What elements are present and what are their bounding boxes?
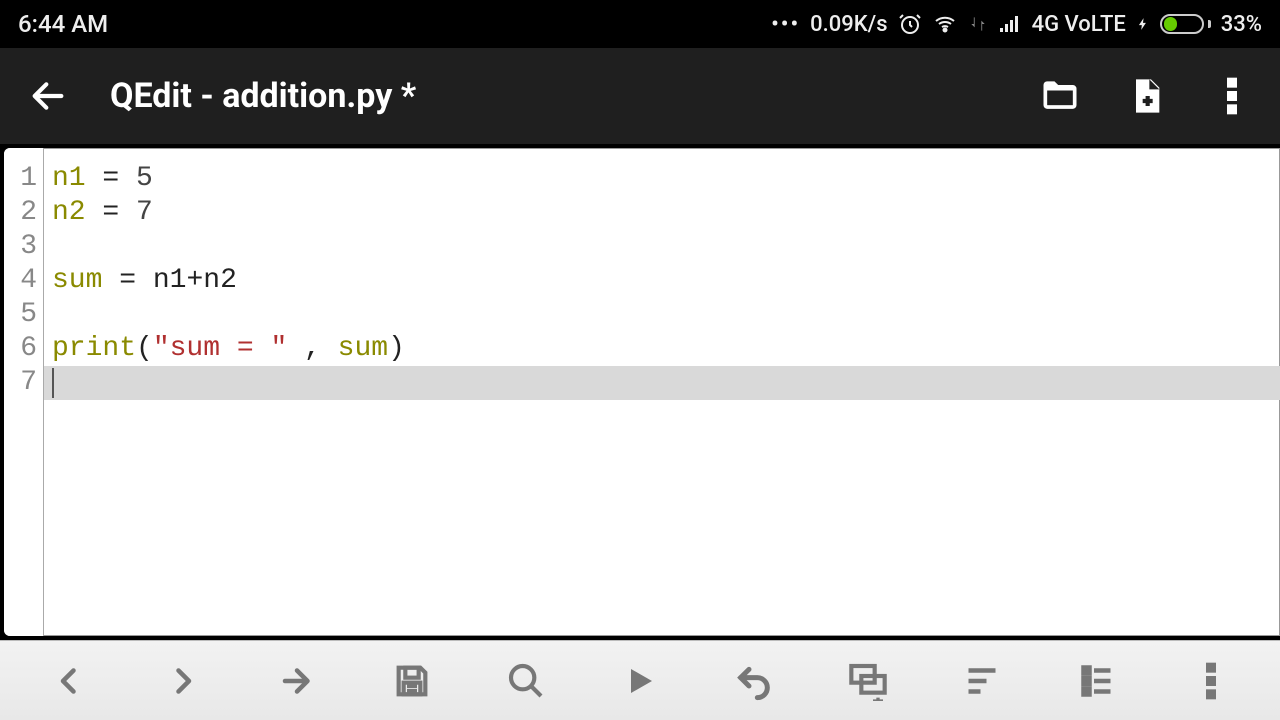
charging-icon [1136, 12, 1150, 36]
undo-button[interactable] [709, 651, 799, 711]
line-number: 2 [4, 196, 43, 230]
nav-right-button[interactable] [138, 651, 228, 711]
search-button[interactable] [481, 651, 571, 711]
code-line[interactable]: print("sum = " , sum) [52, 332, 1272, 366]
status-bar: 6:44 AM ••• 0.09K/s 4G VoLTE 33% [0, 0, 1280, 48]
network-label: 4G VoLTE [1032, 12, 1126, 37]
back-button[interactable] [18, 66, 78, 126]
code-line[interactable]: n1 = 5 [52, 162, 1272, 196]
goto-button[interactable] [252, 651, 342, 711]
toolbar-overflow-button[interactable] [1166, 651, 1256, 711]
app-bar: QEdit - addition.py * [0, 48, 1280, 144]
status-time: 6:44 AM [18, 10, 108, 38]
battery-icon [1160, 14, 1211, 34]
line-number: 1 [4, 162, 43, 196]
run-button[interactable] [595, 651, 685, 711]
line-number-gutter: 1234567 [4, 148, 44, 636]
signal-icon [998, 12, 1022, 36]
line-number: 4 [4, 264, 43, 298]
code-line[interactable]: n2 = 7 [52, 196, 1272, 230]
code-line[interactable] [52, 230, 1272, 264]
app-title: QEdit - addition.py * [110, 76, 416, 116]
indent-button[interactable] [823, 651, 913, 711]
bottom-toolbar [0, 640, 1280, 720]
new-file-button[interactable] [1116, 66, 1176, 126]
status-more-icon: ••• [771, 12, 800, 37]
status-speed: 0.09K/s [810, 12, 887, 37]
code-editor[interactable]: 1234567 n1 = 5n2 = 7 sum = n1+n2 print("su… [4, 148, 1280, 636]
code-line[interactable]: sum = n1+n2 [52, 264, 1272, 298]
overflow-menu-button[interactable] [1202, 66, 1262, 126]
line-number: 6 [4, 332, 43, 366]
code-area[interactable]: n1 = 5n2 = 7 sum = n1+n2 print("sum = " , … [44, 148, 1280, 636]
code-line[interactable] [44, 366, 1280, 400]
data-transfer-icon [968, 12, 988, 36]
text-cursor [52, 368, 54, 398]
alarm-icon [898, 12, 922, 36]
list-button[interactable] [1052, 651, 1142, 711]
line-number: 7 [4, 366, 43, 400]
save-button[interactable] [367, 651, 457, 711]
nav-left-button[interactable] [24, 651, 114, 711]
open-folder-button[interactable] [1030, 66, 1090, 126]
align-left-button[interactable] [937, 651, 1027, 711]
editor-frame: 1234567 n1 = 5n2 = 7 sum = n1+n2 print("su… [0, 144, 1280, 640]
battery-percent: 33% [1221, 12, 1262, 37]
line-number: 5 [4, 298, 43, 332]
code-line[interactable] [52, 298, 1272, 332]
wifi-icon [932, 12, 958, 36]
line-number: 3 [4, 230, 43, 264]
